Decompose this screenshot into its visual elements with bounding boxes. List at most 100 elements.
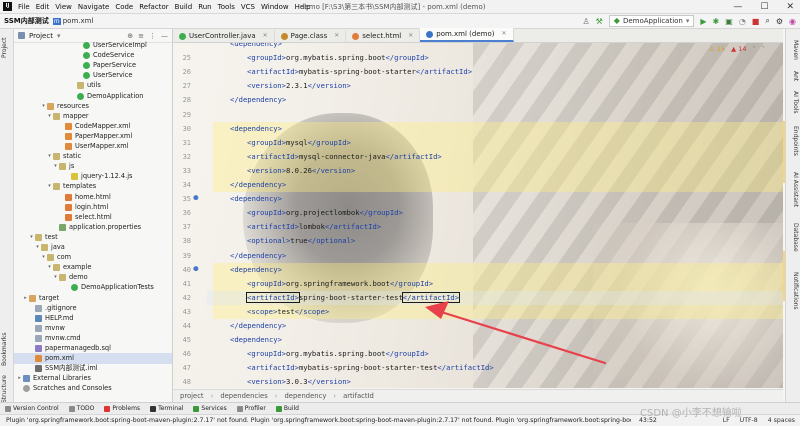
build-tab[interactable]: Build xyxy=(271,405,304,412)
file-type-icon xyxy=(179,32,186,40)
debug-icon[interactable]: ✱ xyxy=(713,17,720,26)
todo-tab[interactable]: TODO xyxy=(64,405,100,412)
problems-label: Problems xyxy=(112,405,141,412)
locate-icon[interactable]: ⊕ xyxy=(127,32,133,40)
menu-window[interactable]: Window xyxy=(258,3,292,11)
hide-icon[interactable]: — xyxy=(161,32,168,40)
project-name[interactable]: SSM内部测试 xyxy=(0,16,53,26)
file-encoding[interactable]: UTF-8 xyxy=(740,417,758,424)
database-tool-tab[interactable]: Database xyxy=(788,219,799,255)
profiler-icon[interactable]: ◔ xyxy=(739,17,746,26)
collapse-all-icon[interactable]: ≡ xyxy=(138,32,144,40)
annotation-arrow xyxy=(425,301,607,365)
project-panel-title[interactable]: Project xyxy=(29,32,53,40)
structure-tool-tab[interactable]: Structure xyxy=(1,375,12,403)
menu-tools[interactable]: Tools xyxy=(215,3,238,11)
jetbrains-icon[interactable]: ◉ xyxy=(789,17,796,26)
breadcrumb-item[interactable]: project xyxy=(173,392,211,400)
annotation-arrow-head xyxy=(425,301,449,319)
hammer-icon[interactable]: ⚒ xyxy=(596,17,603,26)
notifications-tool-tab[interactable]: Notifications xyxy=(788,259,799,323)
profiler-icon xyxy=(236,405,243,412)
xml-breadcrumbs: project › dependencies › dependency › ar… xyxy=(173,389,783,402)
menu-bar: IJ File Edit View Navigate Code Refactor Build… xyxy=(0,0,800,14)
editor-tab[interactable]: select.html ✕ xyxy=(346,30,421,42)
xml-file-icon xyxy=(65,132,72,140)
options-icon[interactable]: ⋮ xyxy=(149,32,156,40)
indent-setting[interactable]: 4 spaces xyxy=(768,417,795,424)
breadcrumb-item[interactable]: dependency xyxy=(277,392,333,400)
editor-tab-bar: UserController.java ✕ Page.class ✕ select.ht… xyxy=(173,28,783,43)
coverage-icon[interactable]: ▣ xyxy=(725,17,733,26)
current-file-crumb[interactable]: m pom.xml xyxy=(52,17,93,25)
file-file-icon xyxy=(35,324,42,332)
java-file-icon xyxy=(83,52,90,60)
run-config-label: DemoApplication xyxy=(622,17,683,25)
toolbar-right: ♙ ⚒ ◆ DemoApplication ▾ ▶ ✱ ▣ ◔ ■ ⌕ ⚙ ◉ xyxy=(582,15,796,27)
todo-icon xyxy=(68,405,75,412)
folder-orange-file-icon xyxy=(47,102,54,110)
editor-tab-label: UserController.java xyxy=(189,32,256,40)
navigation-bar: SSM内部测试 m pom.xml ♙ ⚒ ◆ DemoApplication … xyxy=(0,14,800,29)
search-icon[interactable]: ⌕ xyxy=(765,16,769,26)
stop-icon[interactable]: ■ xyxy=(752,17,760,26)
problems-tab[interactable]: Problems xyxy=(99,405,145,412)
status-message[interactable]: Plugin 'org.springframework.boot:spring-… xyxy=(0,417,631,424)
terminal-tab[interactable]: Terminal xyxy=(145,405,188,412)
menu-view[interactable]: View xyxy=(52,3,75,11)
iml-file-icon xyxy=(35,365,42,373)
code-editor[interactable]: 25 26 27 28 29 30 31 32 33 34 35 ⬤ 36 37 38 39 40 ⬤ 41 42 43… xyxy=(173,43,783,388)
editor-tab[interactable]: pom.xml (demo) ✕ xyxy=(420,28,514,42)
md-file-icon xyxy=(35,314,42,322)
endpoints-tool-tab[interactable]: Endpoints xyxy=(788,121,799,161)
user-icon[interactable]: ♙ xyxy=(582,17,589,26)
version-control-icon xyxy=(5,405,11,412)
project-tool-tab[interactable]: Project xyxy=(1,33,12,63)
editor-tab[interactable]: Page.class ✕ xyxy=(275,30,347,42)
ai-assistant-tool-tab[interactable]: AI Assistant xyxy=(788,165,799,215)
menu-refactor[interactable]: Refactor xyxy=(136,3,171,11)
minimize-button[interactable]: — xyxy=(733,2,742,12)
folder-file-icon xyxy=(41,244,48,251)
chevron-down-icon[interactable]: ▾ xyxy=(57,32,61,40)
folder-file-icon xyxy=(53,153,60,161)
menu-vcs[interactable]: VCS xyxy=(238,3,258,11)
bookmarks-tool-tab[interactable]: Bookmarks xyxy=(1,329,12,369)
breadcrumb-item[interactable]: artifactId xyxy=(336,392,381,400)
editor-tab-label: Page.class xyxy=(290,32,328,40)
folder-orange-file-icon xyxy=(29,294,36,302)
tree-item[interactable]: Scratches and Consoles xyxy=(14,383,172,394)
close-tab-icon[interactable]: ✕ xyxy=(408,30,413,42)
close-tab-icon[interactable]: ✕ xyxy=(334,30,339,42)
run-icon[interactable]: ▶ xyxy=(700,17,706,26)
maximize-button[interactable]: ☐ xyxy=(760,2,768,12)
run-configuration-select[interactable]: ◆ DemoApplication ▾ xyxy=(608,15,695,27)
close-tab-icon[interactable]: ✕ xyxy=(501,28,506,40)
menu-build[interactable]: Build xyxy=(172,3,196,11)
lib-file-icon xyxy=(23,375,30,383)
editor-tab[interactable]: UserController.java ✕ xyxy=(173,30,275,42)
menu-navigate[interactable]: Navigate xyxy=(75,3,112,11)
version-control-tab[interactable]: Version Control xyxy=(0,405,64,412)
menu-run[interactable]: Run xyxy=(195,3,214,11)
close-tab-icon[interactable]: ✕ xyxy=(263,30,268,42)
menu-edit[interactable]: Edit xyxy=(33,3,53,11)
settings-icon[interactable]: ⚙ xyxy=(776,17,783,26)
menu-file[interactable]: File xyxy=(15,3,33,11)
folder-file-icon xyxy=(35,233,42,241)
annotation-arrow-shaft xyxy=(436,309,607,365)
services-tab[interactable]: Services xyxy=(188,405,231,412)
ai-tools-tool-tab[interactable]: AI Tools xyxy=(788,87,799,117)
services-icon xyxy=(193,405,200,412)
profiler-tab[interactable]: Profiler xyxy=(232,405,271,412)
window-controls: — ☐ ✕ xyxy=(733,0,794,13)
java-file-icon xyxy=(83,42,90,49)
chevron-down-icon: ▾ xyxy=(685,17,690,25)
maven-tool-tab[interactable]: Maven xyxy=(788,35,799,65)
java-file-icon xyxy=(77,92,84,100)
menu-code[interactable]: Code xyxy=(112,3,136,11)
breadcrumb-item[interactable]: dependencies xyxy=(213,392,274,400)
ant-tool-tab[interactable]: Ant xyxy=(788,69,799,83)
close-button[interactable]: ✕ xyxy=(786,2,794,12)
tree-item-label: Scratches and Consoles xyxy=(33,384,112,393)
